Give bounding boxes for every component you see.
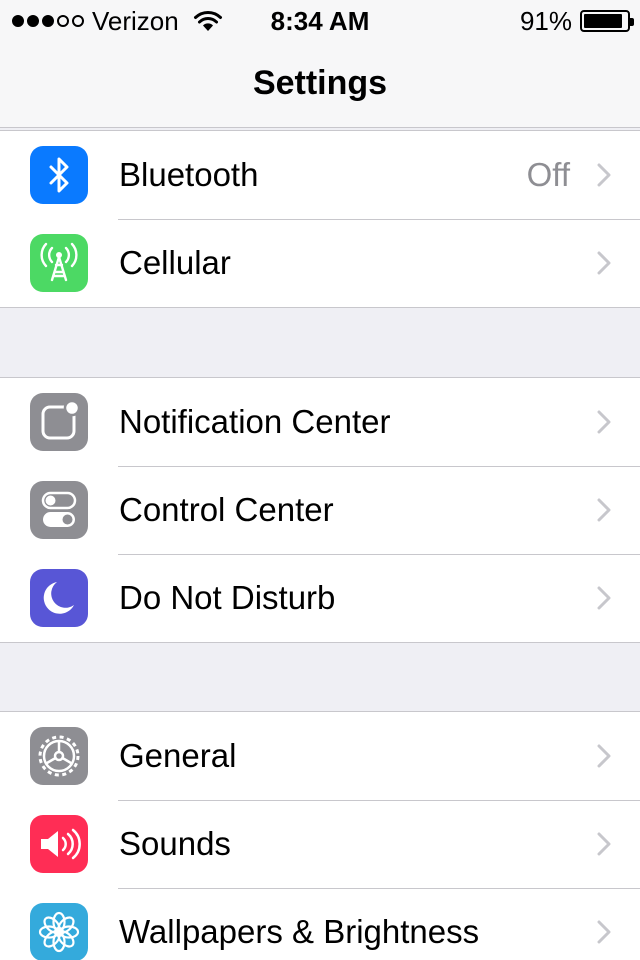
settings-row-control-center[interactable]: Control Center <box>0 466 640 554</box>
cellular-antenna-icon <box>30 234 88 292</box>
battery-icon <box>580 10 634 32</box>
chevron-right-icon <box>597 832 611 856</box>
chevron-right-icon <box>597 920 611 944</box>
settings-row-do-not-disturb[interactable]: Do Not Disturb <box>0 554 640 642</box>
bluetooth-icon <box>30 146 88 204</box>
settings-row-label: Control Center <box>119 491 334 528</box>
moon-icon <box>30 569 88 627</box>
battery-fill <box>584 14 623 28</box>
flower-icon <box>30 903 88 960</box>
top-bar: Verizon 8:34 AM 91% Settings <box>0 0 640 128</box>
settings-row-wallpapers[interactable]: Wallpapers & Brightness <box>0 888 640 960</box>
settings-row-notification-center[interactable]: Notification Center <box>0 378 640 466</box>
chevron-right-icon <box>597 744 611 768</box>
gear-icon <box>30 727 88 785</box>
settings-screen: Verizon 8:34 AM 91% Settings Bluetooth O… <box>0 0 640 960</box>
settings-row-value: Off <box>526 156 570 193</box>
settings-row-label: Do Not Disturb <box>119 579 336 616</box>
settings-group-notifications: Notification Center Control Center Do No… <box>0 377 640 643</box>
settings-row-label: Notification Center <box>119 403 391 440</box>
battery-info: 91% <box>519 5 634 36</box>
settings-row-bluetooth[interactable]: Bluetooth Off <box>0 131 640 219</box>
settings-group-connectivity: Bluetooth Off Cellular <box>0 130 640 308</box>
speaker-icon <box>30 815 88 873</box>
settings-row-cellular[interactable]: Cellular <box>0 219 640 307</box>
settings-row-sounds[interactable]: Sounds <box>0 800 640 888</box>
settings-row-label: Cellular <box>119 244 231 281</box>
settings-row-label: General <box>119 737 237 774</box>
settings-group-device: General Sounds Wallpapers & Brightness <box>0 711 640 960</box>
page-title: Settings <box>252 64 388 102</box>
chevron-right-icon <box>597 163 611 187</box>
battery-percentage: 91% <box>519 5 572 36</box>
settings-row-label: Sounds <box>119 825 231 862</box>
settings-row-general[interactable]: General <box>0 712 640 800</box>
notification-center-icon <box>30 393 88 451</box>
chevron-right-icon <box>597 498 611 522</box>
chevron-right-icon <box>597 410 611 434</box>
settings-row-label: Bluetooth <box>119 156 259 193</box>
control-center-toggle-icon <box>30 481 88 539</box>
status-bar: Verizon 8:34 AM 91% <box>0 0 640 40</box>
settings-row-label: Wallpapers & Brightness <box>119 913 480 950</box>
chevron-right-icon <box>597 586 611 610</box>
chevron-right-icon <box>597 251 611 275</box>
